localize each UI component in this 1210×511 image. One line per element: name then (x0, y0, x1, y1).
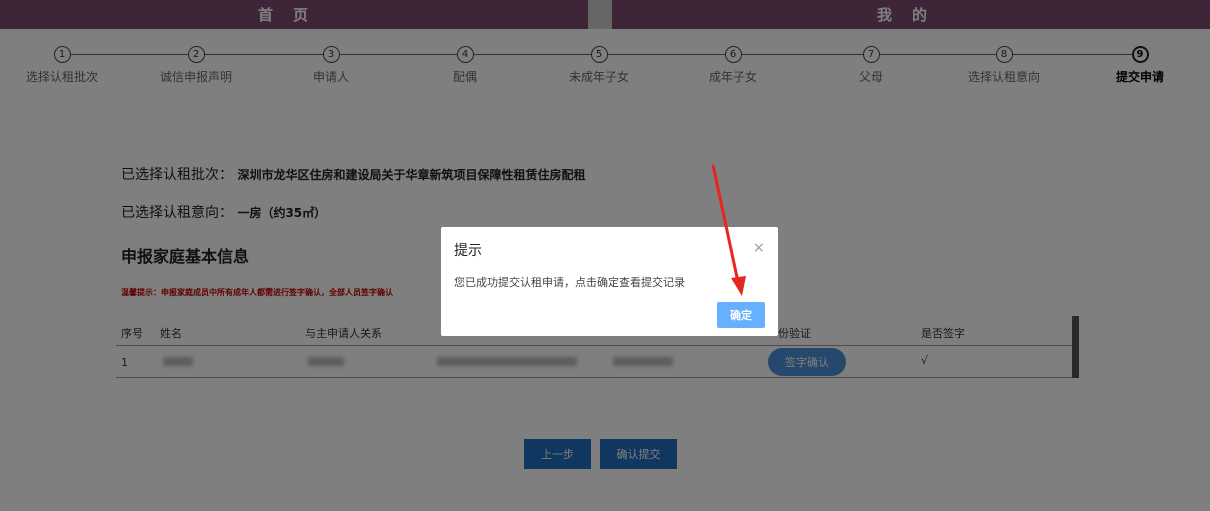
arrow-head (731, 276, 746, 296)
annotation-arrow-icon (711, 164, 746, 296)
arrow-shaft (711, 164, 740, 283)
